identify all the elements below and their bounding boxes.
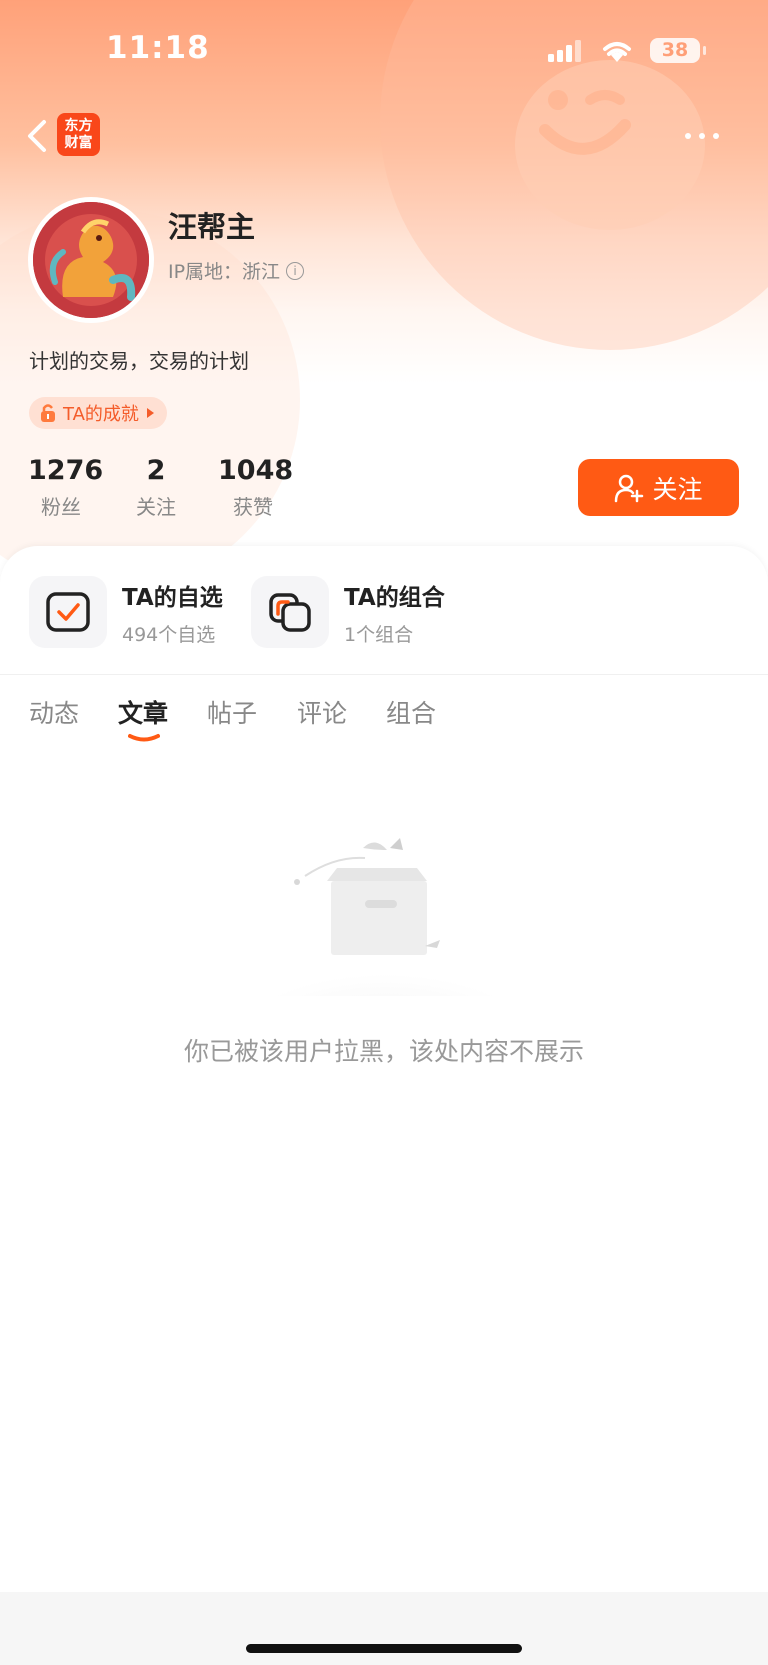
- more-dots-icon: [685, 133, 719, 139]
- ip-location: IP属地：浙江 i: [168, 257, 305, 284]
- smiley-watermark-icon: [539, 90, 631, 155]
- info-icon[interactable]: i: [286, 261, 305, 280]
- dragon-avatar-icon: [33, 202, 149, 318]
- app-logo[interactable]: 东方 财富: [57, 113, 100, 156]
- stat-value: 2: [146, 455, 166, 486]
- watchlist-entry[interactable]: TA的自选 494个自选: [29, 576, 223, 648]
- empty-box-illustration: [255, 838, 515, 996]
- bio: 计划的交易，交易的计划: [29, 349, 249, 373]
- wifi-icon: [603, 41, 631, 62]
- logo-text-line1: 东方: [64, 117, 93, 134]
- triangle-right-icon: [146, 408, 154, 418]
- battery-indicator: 38: [650, 38, 706, 63]
- ip-location-label: IP属地：浙江: [168, 261, 281, 283]
- status-time: 11:18: [106, 30, 210, 66]
- achievement-button[interactable]: TA的成就: [29, 397, 167, 429]
- stat-label: 关注: [136, 495, 176, 519]
- stat-label: 粉丝: [41, 495, 81, 519]
- stat-likes[interactable]: 1048 获赞: [218, 455, 294, 520]
- avatar[interactable]: [28, 197, 154, 323]
- empty-state-message: 你已被该用户拉黑，该处内容不展示: [183, 1037, 584, 1066]
- divider: [0, 674, 768, 675]
- stat-value: 1048: [218, 455, 294, 486]
- tab-articles[interactable]: 文章: [118, 694, 168, 730]
- tab-portfolio[interactable]: 组合: [386, 694, 436, 730]
- watchlist-text: TA的自选 494个自选: [122, 578, 223, 647]
- portfolio-count: 1个组合: [344, 623, 414, 646]
- checkbox-icon: [46, 592, 90, 632]
- portfolio-entry[interactable]: TA的组合 1个组合: [251, 576, 445, 648]
- content-card: TA的自选 494个自选 TA的组合 1个组合 动态 文章 帖子 评论 组合 你…: [0, 546, 768, 1665]
- follow-label: 关注: [652, 474, 703, 504]
- tab-comments[interactable]: 评论: [297, 694, 347, 730]
- signal-icon: [548, 39, 581, 62]
- chevron-left-icon: [28, 120, 46, 152]
- portfolio-text: TA的组合 1个组合: [344, 578, 445, 647]
- stat-following[interactable]: 2 关注: [126, 455, 186, 520]
- logo-text-line2: 财富: [64, 134, 93, 151]
- tab-bar: 动态 文章 帖子 评论 组合: [0, 694, 768, 754]
- back-button[interactable]: [22, 116, 52, 156]
- stat-value: 1276: [28, 455, 104, 486]
- portfolio-title: TA的组合: [344, 584, 445, 611]
- home-indicator[interactable]: [246, 1644, 522, 1653]
- tab-dynamics[interactable]: 动态: [29, 694, 79, 730]
- watchlist-count: 494个自选: [122, 623, 216, 646]
- follow-button[interactable]: 关注: [578, 459, 739, 516]
- active-tab-indicator: [128, 734, 160, 742]
- more-button[interactable]: [680, 124, 724, 148]
- watchlist-icon-box: [29, 576, 107, 648]
- lock-icon: [41, 404, 55, 422]
- status-icons: 38: [548, 38, 706, 63]
- portfolio-squares-icon: [269, 593, 311, 632]
- watchlist-title: TA的自选: [122, 584, 223, 611]
- stat-label: 获赞: [233, 495, 273, 519]
- bottom-bar: [0, 1592, 768, 1665]
- achievement-label: TA的成就: [63, 404, 139, 425]
- username: 汪帮主: [168, 210, 256, 244]
- portfolio-icon-box: [251, 576, 329, 648]
- add-user-icon: [615, 474, 644, 502]
- stat-fans[interactable]: 1276 粉丝: [28, 455, 104, 520]
- tab-posts[interactable]: 帖子: [207, 694, 257, 730]
